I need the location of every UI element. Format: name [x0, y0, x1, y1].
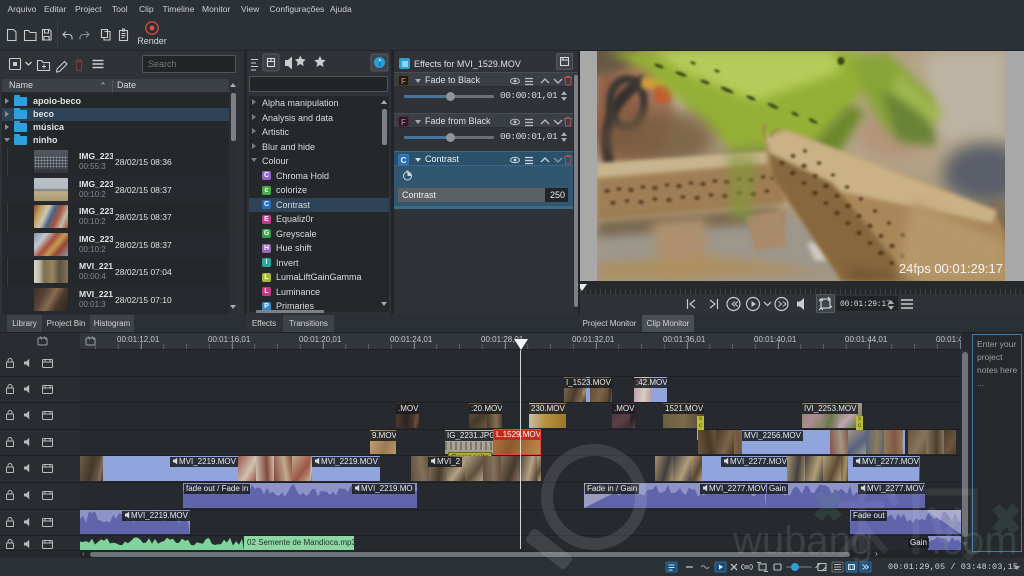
- svg-text:Render: Render: [137, 36, 167, 46]
- svg-text:24fps 00:01:29:17: 24fps 00:01:29:17: [899, 261, 1003, 276]
